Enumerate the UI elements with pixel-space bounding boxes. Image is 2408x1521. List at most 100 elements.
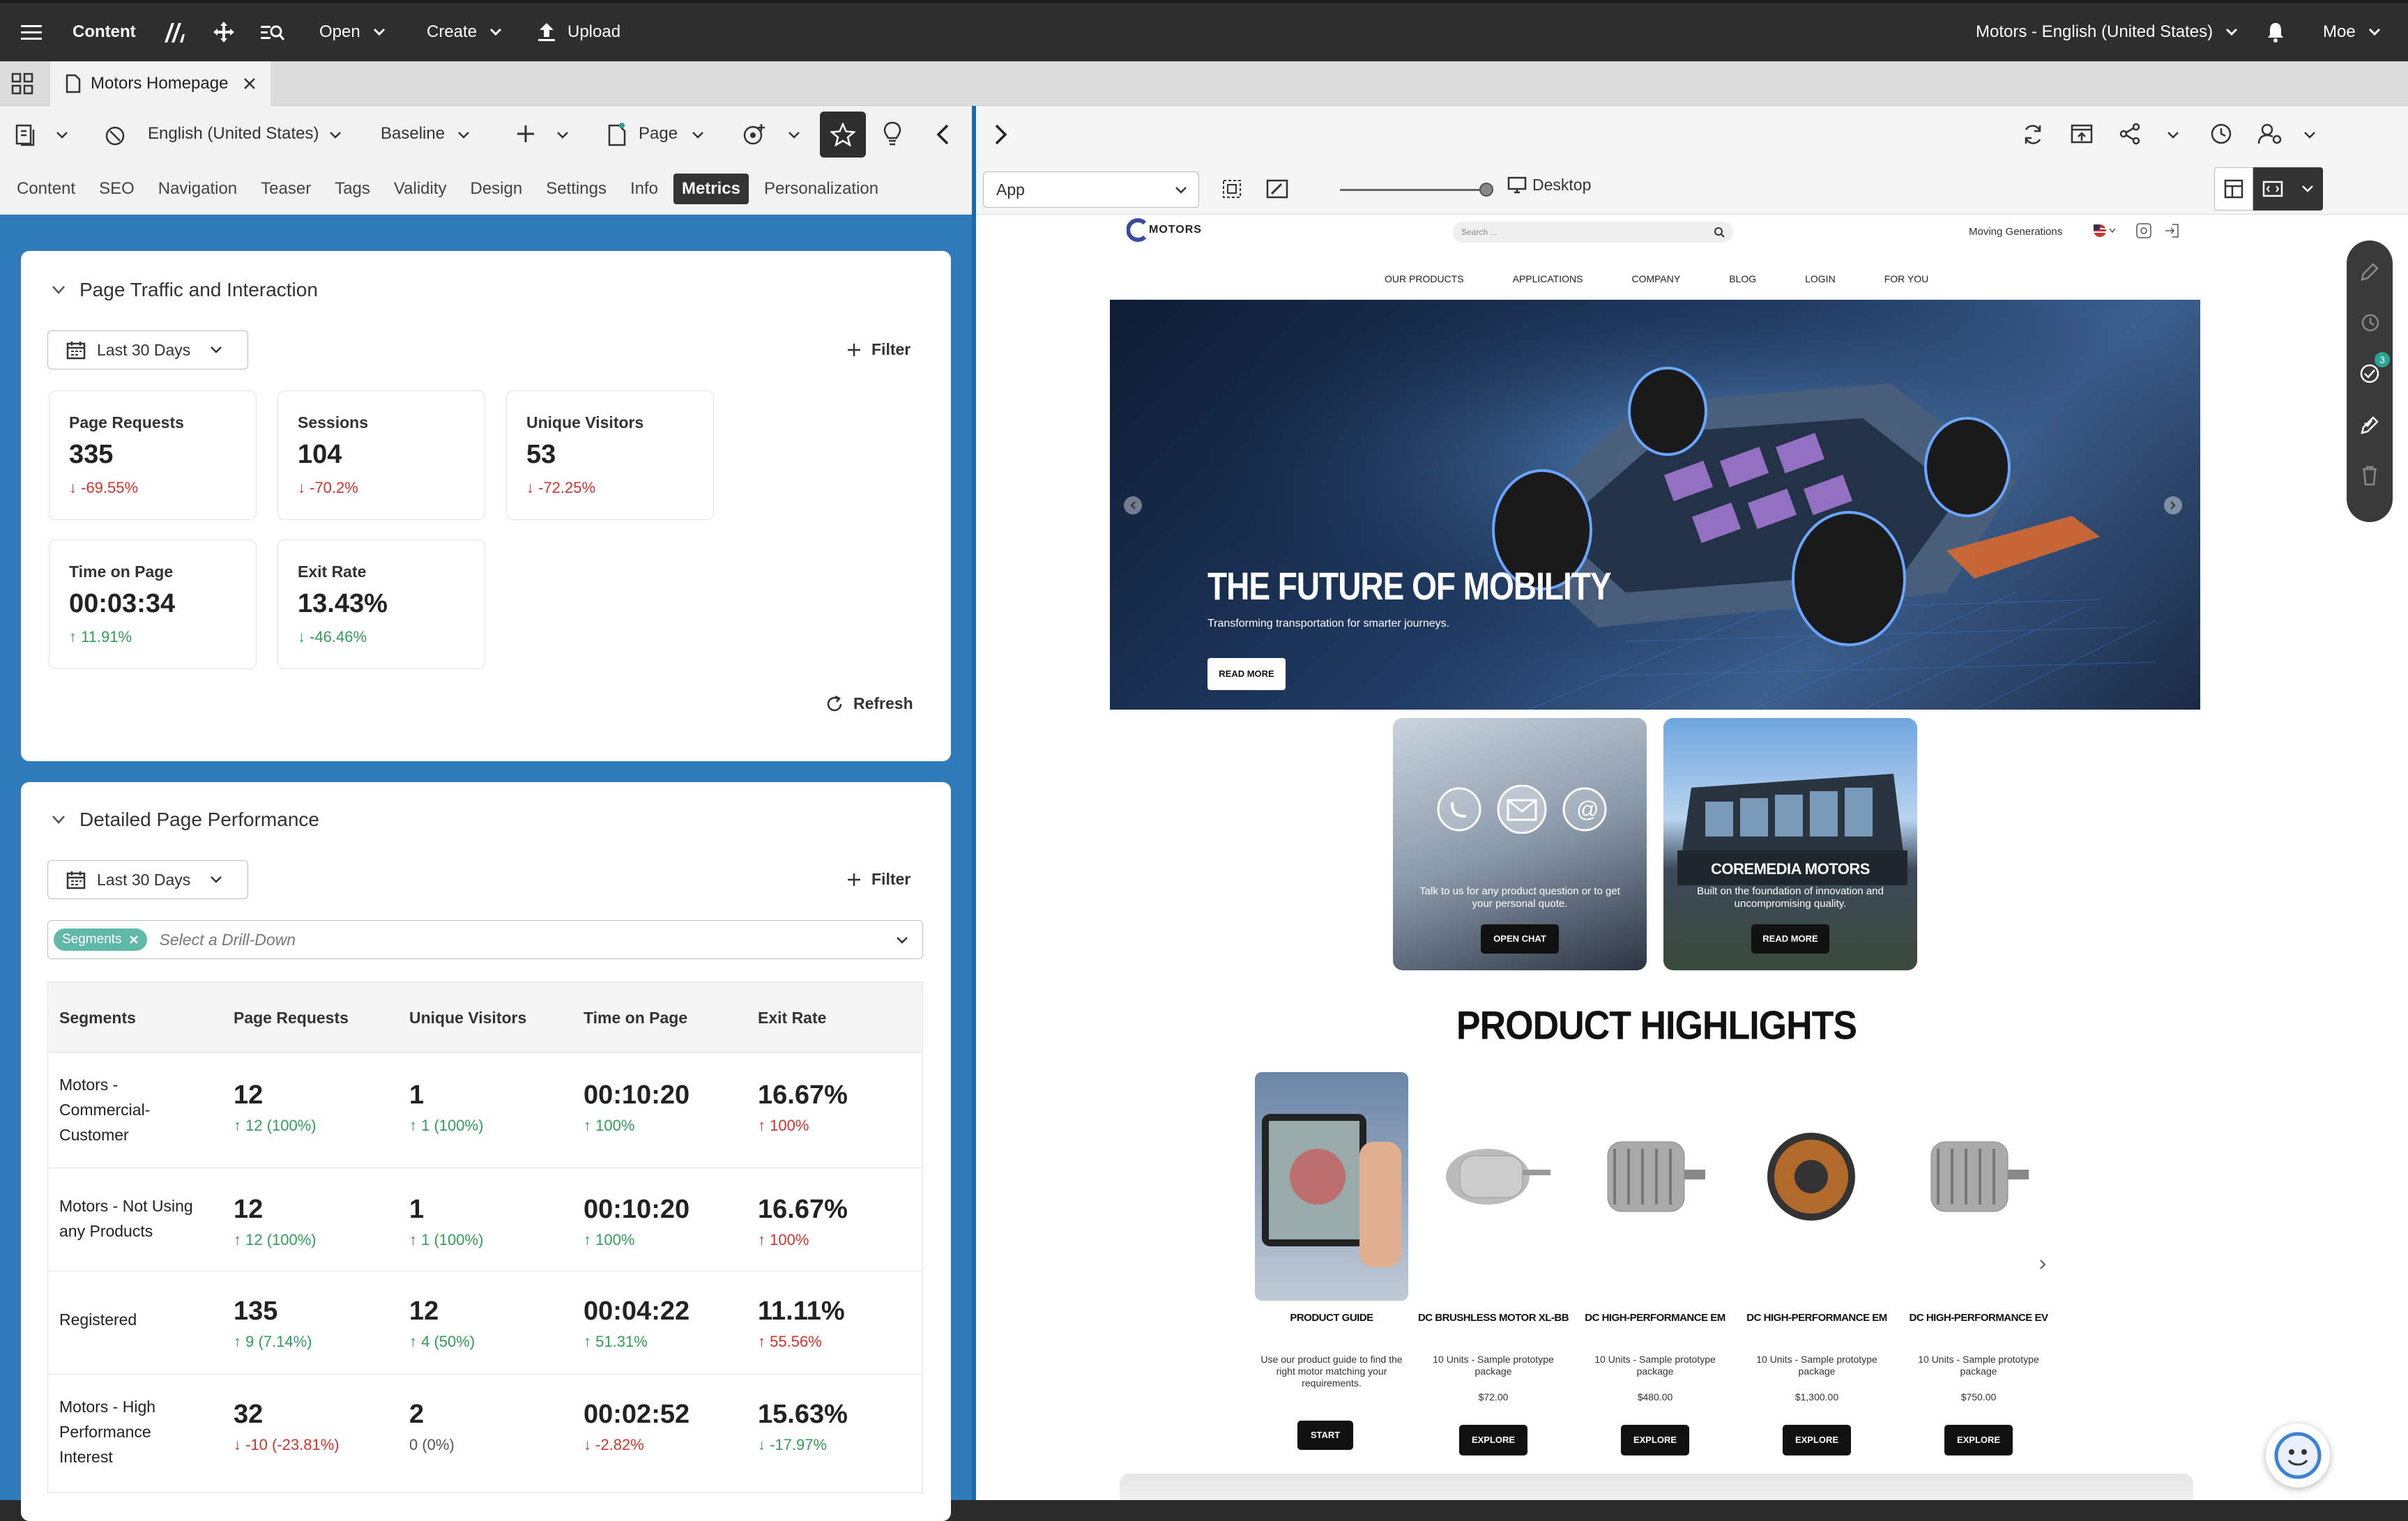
chevron-down-icon[interactable] <box>2303 131 2316 139</box>
chevron-down-icon[interactable] <box>2167 131 2179 139</box>
nav-applications[interactable]: APPLICATIONS <box>1513 273 1583 284</box>
flag-us-icon[interactable] <box>2093 223 2118 238</box>
favorite-star-icon[interactable] <box>820 112 866 158</box>
hamburger-menu-icon[interactable] <box>21 1 42 63</box>
chevron-down-icon[interactable] <box>329 131 342 139</box>
page-type-selector[interactable]: Page <box>639 124 678 144</box>
chevron-down-icon[interactable] <box>556 131 569 139</box>
detail-section-header[interactable]: Detailed Page Performance <box>52 809 319 831</box>
chevron-down-icon[interactable] <box>692 131 704 139</box>
tab-metrics[interactable]: Metrics <box>673 173 749 204</box>
table-row[interactable]: Motors - Commercial- Customer 12 ↑ 12 (100… <box>47 1053 923 1168</box>
pencil-icon[interactable] <box>2359 261 2380 282</box>
login-icon[interactable] <box>2164 223 2179 238</box>
col-segments[interactable]: Segments <box>59 1009 136 1027</box>
chatbot-icon[interactable] <box>2266 1423 2330 1488</box>
site-selector[interactable]: Motors - English (United States) <box>1976 1 2238 63</box>
explore-button[interactable]: EXPLORE <box>1621 1425 1689 1455</box>
zoom-slider-handle[interactable] <box>1479 183 1493 197</box>
clock-icon[interactable] <box>2210 123 2232 145</box>
layout-toggle-icon[interactable] <box>2214 167 2253 211</box>
create-menu[interactable]: Create <box>427 1 502 63</box>
tab-info[interactable]: Info <box>630 179 658 199</box>
open-menu[interactable]: Open <box>319 1 386 63</box>
site-search-input[interactable]: Search ... <box>1453 222 1733 243</box>
product-image-3[interactable] <box>1742 1093 1881 1288</box>
explore-button[interactable]: EXPLORE <box>1783 1425 1851 1455</box>
device-select[interactable]: Desktop <box>1507 176 1591 194</box>
nav-our-products[interactable]: OUR PRODUCTS <box>1385 273 1464 284</box>
add-icon[interactable] <box>516 124 535 144</box>
nav-blog[interactable]: BLOG <box>1729 273 1756 284</box>
site-logo[interactable]: MOTORS <box>1127 217 1202 243</box>
preview-mode-button[interactable] <box>2253 167 2323 211</box>
nav-for-you[interactable]: FOR YOU <box>1884 273 1929 284</box>
tab-validity[interactable]: Validity <box>394 179 447 199</box>
product-guide-image[interactable] <box>1255 1072 1408 1301</box>
tab-design[interactable]: Design <box>471 179 523 199</box>
grid-icon[interactable] <box>11 72 33 95</box>
select-area-icon[interactable] <box>1221 178 1242 199</box>
chevron-down-icon[interactable] <box>788 131 800 139</box>
open-external-icon[interactable] <box>2071 123 2093 145</box>
brand-logo-icon[interactable] <box>162 1 185 63</box>
cart-icon[interactable] <box>2135 222 2153 240</box>
segments-chip[interactable]: Segments <box>54 928 147 951</box>
explore-button[interactable]: EXPLORE <box>1944 1425 2013 1455</box>
nav-login[interactable]: LOGIN <box>1805 273 1836 284</box>
carousel-prev-icon[interactable] <box>1124 496 1142 514</box>
hero-read-more-button[interactable]: READ MORE <box>1207 658 1286 690</box>
site-tagline[interactable]: Moving Generations <box>1969 226 2062 238</box>
product-image-1[interactable] <box>1418 1093 1557 1288</box>
expand-right-icon[interactable] <box>994 124 1008 145</box>
chevron-down-icon[interactable] <box>56 131 68 139</box>
document-stack-icon[interactable] <box>15 124 39 146</box>
approve-icon[interactable] <box>2359 415 2380 436</box>
hero-banner[interactable]: THE FUTURE OF MOBILITY Transforming tran… <box>1110 300 2200 710</box>
tab-motors-homepage[interactable]: Motors Homepage <box>50 61 270 106</box>
product-image-2[interactable] <box>1580 1093 1719 1288</box>
carousel-next-icon[interactable] <box>2164 496 2182 514</box>
tab-settings[interactable]: Settings <box>546 179 607 199</box>
trash-icon[interactable] <box>2361 465 2379 486</box>
open-chat-button[interactable]: OPEN CHAT <box>1481 924 1559 954</box>
filter-button[interactable]: Filter <box>846 870 910 889</box>
refresh-button[interactable]: Refresh <box>825 694 913 713</box>
chevron-down-icon[interactable] <box>457 131 470 139</box>
col-time-on-page[interactable]: Time on Page <box>584 1009 687 1027</box>
table-row[interactable]: Registered 135 ↑ 9 (7.14%) 12 ↑ 4 (50%) … <box>47 1271 923 1375</box>
explore-button[interactable]: EXPLORE <box>1459 1425 1527 1455</box>
share-icon[interactable] <box>2119 123 2142 145</box>
close-icon[interactable] <box>243 77 256 90</box>
col-unique-visitors[interactable]: Unique Visitors <box>409 1009 526 1027</box>
product-image-4[interactable] <box>1903 1093 2043 1288</box>
start-button[interactable]: START <box>1297 1421 1353 1450</box>
target-icon[interactable] <box>742 123 767 146</box>
history-icon[interactable] <box>2359 312 2380 333</box>
nav-company[interactable]: COMPANY <box>1631 273 1680 284</box>
search-list-icon[interactable] <box>261 1 284 63</box>
tab-navigation[interactable]: Navigation <box>158 179 237 199</box>
products-next-icon[interactable] <box>2039 1259 2047 1270</box>
app-select[interactable]: App <box>983 171 1199 208</box>
date-range-select[interactable]: Last 30 Days <box>47 860 248 899</box>
traffic-section-header[interactable]: Page Traffic and Interaction <box>52 279 318 301</box>
bell-icon[interactable] <box>2266 1 2285 63</box>
close-icon[interactable] <box>129 935 139 945</box>
company-read-more-button[interactable]: READ MORE <box>1751 924 1829 954</box>
app-label[interactable]: Content <box>73 1 136 63</box>
table-row[interactable]: Motors - High Performance Interest 32 ↓ -1… <box>47 1375 923 1493</box>
tab-tags[interactable]: Tags <box>335 179 370 199</box>
company-tile[interactable]: COREMEDIA MOTORS Built on the foundation… <box>1663 718 1917 970</box>
upload-button[interactable]: Upload <box>537 1 620 63</box>
variant-selector[interactable]: Baseline <box>381 124 445 144</box>
contact-tile[interactable]: @ Talk to us for any product question or… <box>1393 718 1647 970</box>
move-icon[interactable] <box>212 1 236 63</box>
col-page-requests[interactable]: Page Requests <box>234 1009 349 1027</box>
user-menu[interactable]: Moe <box>2323 1 2381 63</box>
edit-frame-icon[interactable] <box>1266 178 1288 199</box>
filter-button[interactable]: Filter <box>846 340 910 359</box>
table-row[interactable]: Motors - Not Using any Products 12 ↑ 12 (… <box>47 1168 923 1271</box>
collapse-left-icon[interactable] <box>936 124 950 145</box>
user-settings-icon[interactable] <box>2257 123 2283 145</box>
